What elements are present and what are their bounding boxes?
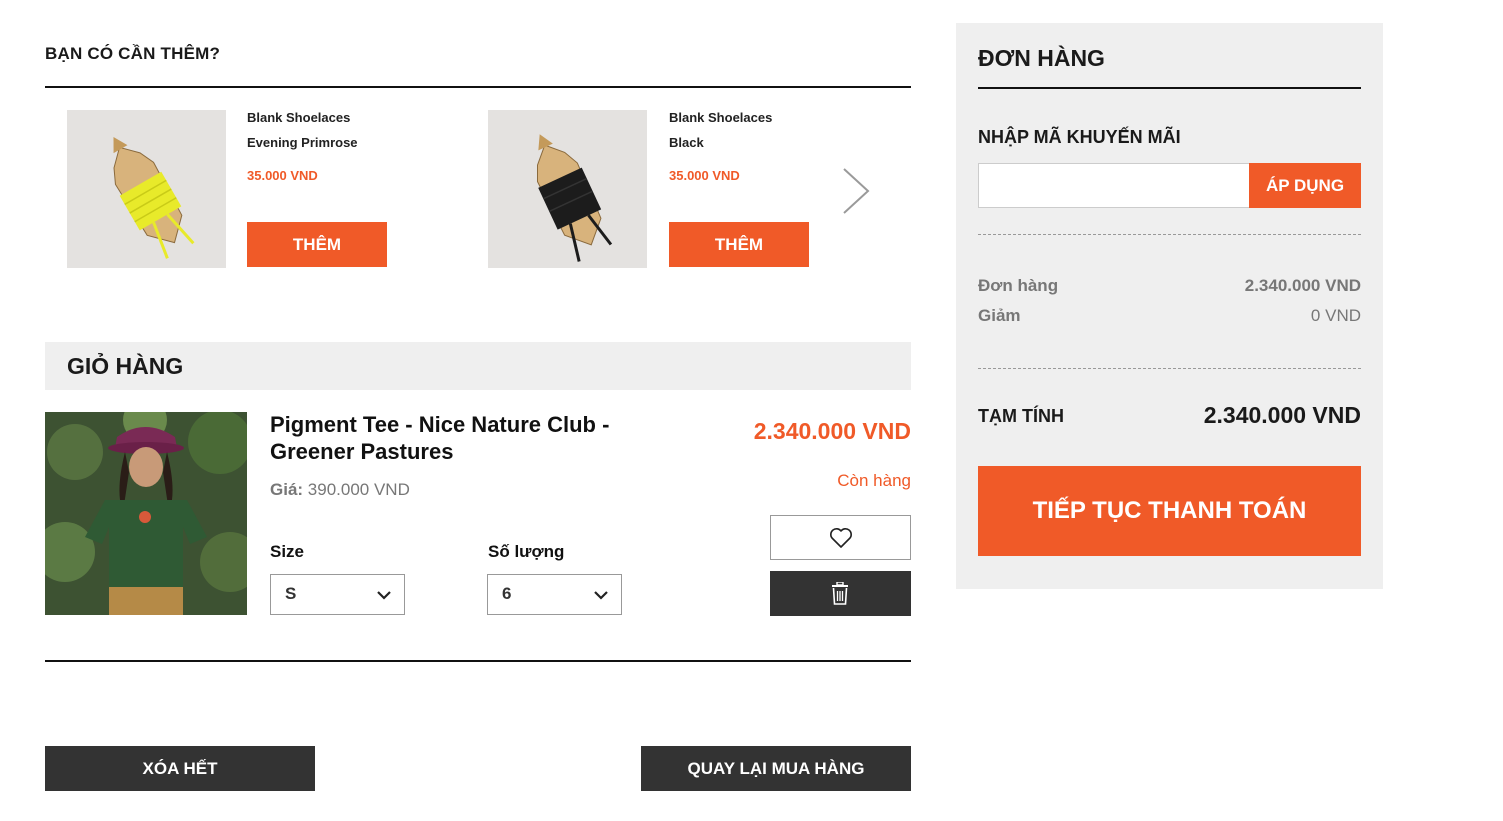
dashed-divider xyxy=(978,234,1361,235)
size-label: Size xyxy=(270,542,305,561)
continue-shopping-button[interactable]: QUAY LẠI MUA HÀNG xyxy=(641,746,911,791)
promo-code-input[interactable] xyxy=(978,163,1250,208)
product-name-line2: Black xyxy=(669,135,704,150)
size-value: S xyxy=(285,584,297,603)
unit-price-label: Giá: xyxy=(270,480,304,499)
checkout-button[interactable]: TIẾP TỤC THANH TOÁN xyxy=(978,466,1361,556)
trash-icon xyxy=(830,581,850,610)
product-name-line1: Blank Shoelaces xyxy=(669,110,773,125)
product-name-line1: Blank Shoelaces xyxy=(247,110,351,125)
chevron-down-icon xyxy=(376,588,392,606)
clear-all-button[interactable]: XÓA HẾT xyxy=(45,746,315,791)
cart-header: GIỎ HÀNG xyxy=(45,342,911,390)
cart-item-name[interactable]: Pigment Tee - Nice Nature Club - Greener… xyxy=(270,411,670,465)
product-price: 35.000 VND xyxy=(669,168,740,183)
cart-item-image[interactable] xyxy=(45,412,247,615)
size-select[interactable]: S xyxy=(270,574,405,615)
wishlist-button[interactable] xyxy=(770,515,911,560)
discount-label: Giảm xyxy=(978,306,1021,325)
dashed-divider xyxy=(978,368,1361,369)
order-title: ĐƠN HÀNG xyxy=(978,45,1105,71)
unit-price-value: 390.000 VND xyxy=(307,480,410,499)
promo-code-label: NHẬP MÃ KHUYẾN MÃI xyxy=(978,127,1181,147)
discount-value: 0 VND xyxy=(1310,306,1361,325)
product-name-line2: Evening Primrose xyxy=(247,135,358,150)
quantity-value: 6 xyxy=(502,584,512,603)
carousel-next-arrow-icon[interactable] xyxy=(836,161,876,221)
product-name[interactable]: Blank Shoelaces Black xyxy=(669,105,772,155)
product-name[interactable]: Blank Shoelaces Evening Primrose xyxy=(247,105,358,155)
chevron-down-icon xyxy=(593,588,609,606)
order-amount-label: Đơn hàng xyxy=(978,276,1059,295)
suggestions-divider xyxy=(45,86,911,88)
product-thumbnail[interactable] xyxy=(488,110,647,268)
stock-status: Còn hàng xyxy=(837,471,911,490)
apply-promo-button[interactable]: ÁP DỤNG xyxy=(1249,163,1361,208)
suggestions-title: BẠN CÓ CẦN THÊM? xyxy=(45,44,221,63)
cart-item-unit-price: Giá: 390.000 VND xyxy=(270,480,410,500)
quantity-select[interactable]: 6 xyxy=(487,574,622,615)
product-thumbnail[interactable] xyxy=(67,110,226,268)
order-title-divider xyxy=(978,87,1361,89)
add-product-button[interactable]: THÊM xyxy=(669,222,809,267)
cart-divider xyxy=(45,660,911,662)
delete-item-button[interactable] xyxy=(770,571,911,616)
cart-title: GIỎ HÀNG xyxy=(67,353,184,379)
quantity-label: Số lượng xyxy=(488,542,565,561)
order-amount-value: 2.340.000 VND xyxy=(1244,276,1361,295)
heart-icon xyxy=(829,527,853,554)
cart-item-total: 2.340.000 VND xyxy=(753,418,911,444)
product-price: 35.000 VND xyxy=(247,168,318,183)
order-summary-panel: ĐƠN HÀNG NHẬP MÃ KHUYẾN MÃI ÁP DỤNG Đơn … xyxy=(956,23,1383,589)
add-product-button[interactable]: THÊM xyxy=(247,222,387,267)
subtotal-value: 2.340.000 VND xyxy=(1203,402,1361,428)
subtotal-label: TẠM TÍNH xyxy=(978,406,1064,426)
